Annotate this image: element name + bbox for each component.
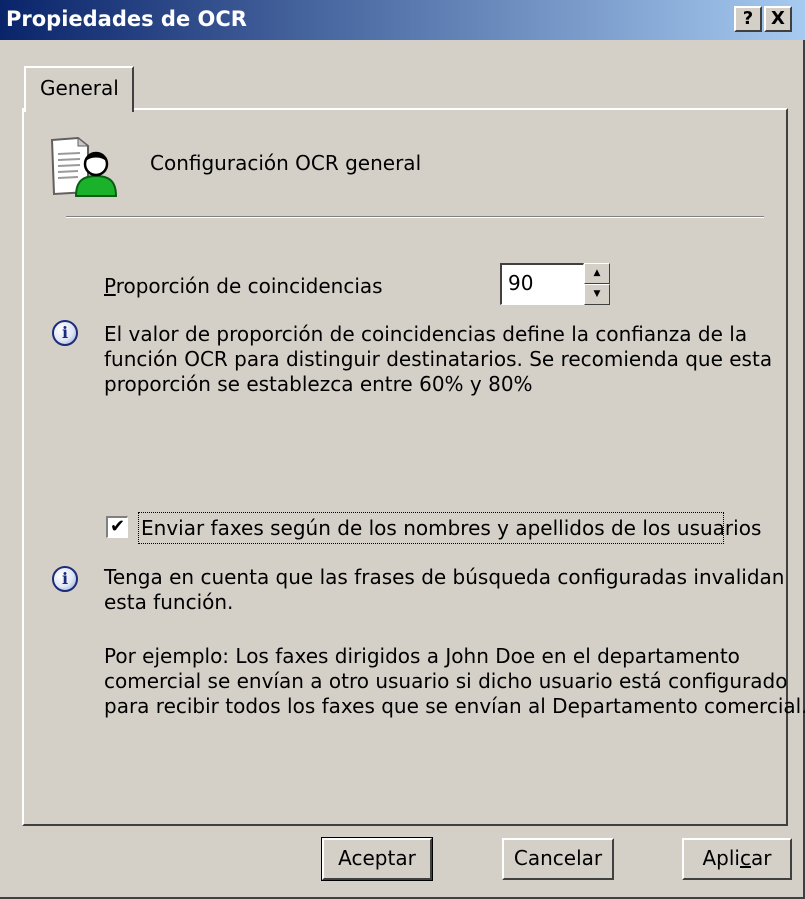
spin-down-button[interactable]: ▼	[584, 284, 610, 305]
match-ratio-input[interactable]: 90	[500, 263, 584, 305]
divider	[66, 216, 764, 218]
tab-general[interactable]: General	[24, 66, 134, 112]
close-button[interactable]: X	[764, 6, 792, 32]
user-document-icon	[50, 136, 118, 197]
apply-label-start: Apli	[702, 846, 741, 870]
window-title: Propiedades de OCR	[6, 7, 247, 31]
example-line: para recibir todos los faxes que se enví…	[104, 694, 805, 718]
info-line: función OCR para distinguir destinatario…	[104, 347, 773, 371]
info-icon: i	[52, 566, 78, 592]
send-by-name-checkbox[interactable]: ✔	[106, 516, 128, 538]
send-by-name-info: Tenga en cuenta que las frases de búsque…	[104, 565, 784, 615]
spin-up-button[interactable]: ▲	[584, 263, 610, 284]
tab-general-label: General	[40, 76, 119, 100]
example-line: comercial se envían a otro usuario si di…	[104, 669, 788, 693]
apply-button[interactable]: Aplicar	[682, 838, 792, 880]
help-button[interactable]: ?	[734, 6, 762, 32]
cancel-button[interactable]: Cancelar	[502, 838, 614, 880]
title-bar[interactable]: Propiedades de OCR ? X	[0, 0, 805, 40]
header-title: Configuración OCR general	[150, 151, 422, 175]
match-ratio-value: 90	[508, 271, 534, 295]
ocr-properties-dialog: Propiedades de OCR ? X General Configura…	[0, 0, 805, 899]
ok-button[interactable]: Aceptar	[321, 837, 433, 881]
info-line: El valor de proporción de coincidencias …	[104, 322, 748, 346]
info-line: proporción se establezca entre 60% y 80%	[104, 372, 533, 396]
apply-label-end: ar	[751, 846, 772, 870]
send-by-name-label[interactable]: Enviar faxes según de los nombres y apel…	[141, 515, 761, 541]
apply-accel: c	[740, 846, 751, 870]
match-ratio-label-text: roporción de coincidencias	[115, 274, 383, 298]
info-icon: i	[52, 320, 78, 346]
info-line: esta función.	[104, 590, 234, 614]
info-line: Tenga en cuenta que las frases de búsque…	[104, 565, 785, 589]
match-ratio-info: El valor de proporción de coincidencias …	[104, 322, 772, 397]
match-ratio-accel: P	[104, 274, 116, 298]
example-text: Por ejemplo: Los faxes dirigidos a John …	[104, 644, 805, 719]
match-ratio-label: Proporción de coincidencias	[104, 273, 383, 299]
example-line: Por ejemplo: Los faxes dirigidos a John …	[104, 644, 740, 668]
